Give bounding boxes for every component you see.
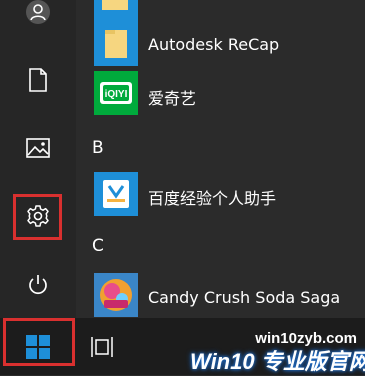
candy-crush-icon <box>100 279 132 311</box>
app-label-candy-crush[interactable]: Candy Crush Soda Saga <box>148 288 340 307</box>
app-icon-iqiyi[interactable]: iQIYI <box>94 71 138 115</box>
baidu-jingyan-icon <box>103 180 129 208</box>
power-button[interactable] <box>0 265 76 305</box>
pictures-button[interactable] <box>0 128 76 168</box>
section-header-c[interactable]: C <box>92 236 104 256</box>
start-button-highlight-box <box>3 318 75 366</box>
section-header-b[interactable]: B <box>92 138 104 158</box>
watermark-logo: Win10 专业版官网 <box>190 349 365 374</box>
app-label-autodesk-recap[interactable]: Autodesk ReCap <box>148 35 279 54</box>
svg-text:iQIYI: iQIYI <box>105 89 128 100</box>
settings-highlight-box <box>13 194 62 240</box>
app-label-iqiyi[interactable]: 爱奇艺 <box>148 85 196 109</box>
user-icon <box>26 0 50 24</box>
folder-icon <box>105 30 127 58</box>
app-label-baidu-jingyan[interactable]: 百度经验个人助手 <box>148 185 276 209</box>
app-icon-autodesk-recap[interactable] <box>94 22 138 66</box>
app-icon-candy-crush[interactable] <box>94 273 138 317</box>
app-tile-partial[interactable] <box>94 0 138 22</box>
app-icon-baidu-jingyan[interactable] <box>94 172 138 216</box>
task-view-button[interactable] <box>80 318 124 375</box>
iqiyi-icon: iQIYI <box>100 82 132 104</box>
app-list: Autodesk ReCap iQIYI 爱奇艺 B 百度经验个人助手 C Ca… <box>76 0 365 318</box>
user-account-button[interactable] <box>0 0 76 32</box>
power-icon <box>29 275 47 295</box>
task-view-icon <box>91 336 113 357</box>
document-icon <box>29 68 47 92</box>
documents-button[interactable] <box>0 60 76 100</box>
pictures-icon <box>26 138 50 158</box>
